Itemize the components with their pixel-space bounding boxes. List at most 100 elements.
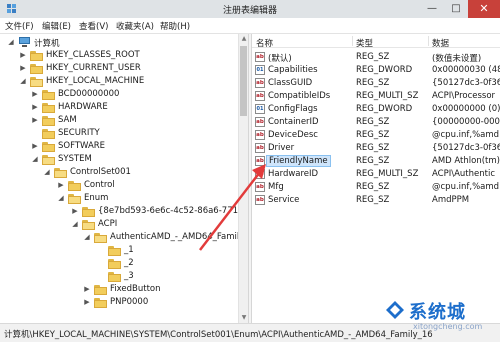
tree-node-hklm[interactable]: ◢ HKEY_LOCAL_MACHINE <box>18 75 228 88</box>
open-folder-icon <box>82 220 95 230</box>
value-row[interactable]: 01 ConfigFlags REG_DWORD 0x00000000 (0) <box>252 103 500 116</box>
value-row[interactable]: ab Driver REG_SZ {50127dc3-0f36- <box>252 142 500 155</box>
expand-icon[interactable] <box>96 245 106 255</box>
value-row[interactable]: ab Mfg REG_SZ @cpu.inf,%amd <box>252 181 500 194</box>
menu-favorites[interactable]: 收藏夹(A) <box>116 20 154 32</box>
value-type: REG_SZ <box>356 52 390 62</box>
value-row[interactable]: ab ContainerID REG_SZ {00000000-0000 <box>252 116 500 129</box>
tree-node-instance-3[interactable]: _3 <box>96 270 236 283</box>
value-row[interactable]: ab Service REG_SZ AmdPPM <box>252 194 500 207</box>
value-row-selected[interactable]: ab FriendlyName REG_SZ AMD Athlon(tm) <box>252 155 500 168</box>
menu-file[interactable]: 文件(F) <box>5 20 34 32</box>
tree-node-label: ControlSet001 <box>70 167 131 177</box>
tree-node-system[interactable]: ◢ SYSTEM <box>30 153 230 166</box>
value-data: AmdPPM <box>432 195 470 205</box>
tree-node-acpi[interactable]: ◢ ACPI <box>70 218 238 231</box>
status-path: 计算机\HKEY_LOCAL_MACHINE\SYSTEM\ControlSet… <box>4 330 433 340</box>
folder-icon <box>68 181 81 191</box>
expand-icon[interactable]: ▶ <box>18 50 28 60</box>
value-row[interactable]: ab HardwareID REG_MULTI_SZ ACPI\Authenti… <box>252 168 500 181</box>
tree-node-label: SYSTEM <box>58 154 92 164</box>
tree-node-enum[interactable]: ◢ Enum <box>56 192 236 205</box>
tree-node-fixedbutton[interactable]: ▶ FixedButton <box>82 283 238 296</box>
value-data: 0x00000030 (48 <box>432 65 500 75</box>
expand-icon[interactable] <box>96 258 106 268</box>
open-folder-icon <box>30 77 43 87</box>
value-row[interactable]: ab ClassGUID REG_SZ {50127dc3-0f36- <box>252 77 500 90</box>
collapse-icon[interactable]: ◢ <box>42 167 52 177</box>
tree-root-computer[interactable]: ◢ 计算机 <box>6 36 226 49</box>
tree-node-pnp0000[interactable]: ▶ PNP0000 <box>82 296 238 309</box>
tree-node-software[interactable]: ▶ SOFTWARE <box>30 140 230 153</box>
tree-node-guid-key[interactable]: ▶ {8e7bd593-6e6c-4c52-86a6-7717545 <box>70 205 238 218</box>
tree-node-hkcu[interactable]: ▶ HKEY_CURRENT_USER <box>18 62 228 75</box>
tree-node-bcd[interactable]: ▶ BCD00000000 <box>30 88 230 101</box>
collapse-icon[interactable]: ◢ <box>6 37 16 47</box>
collapse-icon[interactable]: ◢ <box>30 154 40 164</box>
menu-help[interactable]: 帮助(H) <box>160 20 190 32</box>
column-header-name[interactable]: 名称 <box>256 37 273 49</box>
value-type: REG_SZ <box>356 130 390 140</box>
collapse-icon[interactable]: ◢ <box>70 219 80 229</box>
expand-icon[interactable]: ▶ <box>56 180 66 190</box>
close-button[interactable]: ✕ <box>468 0 500 18</box>
scrollbar-thumb[interactable] <box>240 46 247 116</box>
tree-node-hardware[interactable]: ▶ HARDWARE <box>30 101 230 114</box>
value-type: REG_MULTI_SZ <box>356 91 419 101</box>
tree-node-control[interactable]: ▶ Control <box>56 179 236 192</box>
tree-node-label: Enum <box>84 193 109 203</box>
column-divider[interactable] <box>352 36 353 46</box>
collapse-icon[interactable]: ◢ <box>56 193 66 203</box>
expand-icon[interactable]: ▶ <box>70 206 80 216</box>
value-type: REG_SZ <box>356 117 390 127</box>
expand-icon[interactable]: ▶ <box>30 141 40 151</box>
tree-scrollbar[interactable]: ▲ ▼ <box>238 34 248 323</box>
collapse-icon[interactable]: ◢ <box>82 232 92 242</box>
expand-icon[interactable] <box>30 128 40 138</box>
expand-icon[interactable]: ▶ <box>30 102 40 112</box>
string-value-icon: ab <box>255 130 265 140</box>
collapse-icon[interactable]: ◢ <box>18 76 28 86</box>
string-value-icon: ab <box>255 78 265 88</box>
value-name[interactable]: FriendlyName <box>266 155 331 167</box>
tree-node-label: BCD00000000 <box>58 89 120 99</box>
value-name: ConfigFlags <box>268 104 318 114</box>
tree-node-hkcr[interactable]: ▶ HKEY_CLASSES_ROOT <box>18 49 228 62</box>
value-row[interactable]: ab CompatibleIDs REG_MULTI_SZ ACPI\Proce… <box>252 90 500 103</box>
tree-node-sam[interactable]: ▶ SAM <box>30 114 230 127</box>
expand-icon[interactable]: ▶ <box>82 284 92 294</box>
column-header-type[interactable]: 类型 <box>356 37 373 49</box>
column-header-data[interactable]: 数据 <box>432 37 449 49</box>
watermark-text: 系统城 <box>409 302 466 323</box>
folder-icon <box>30 51 43 61</box>
value-data: AMD Athlon(tm) <box>432 156 500 166</box>
registry-editor-window: 注册表编辑器 — □ ✕ 文件(F) 编辑(E) 查看(V) 收藏夹(A) 帮助… <box>0 0 500 342</box>
menu-edit[interactable]: 编辑(E) <box>42 20 71 32</box>
tree-node-security[interactable]: SECURITY <box>30 127 230 140</box>
expand-icon[interactable]: ▶ <box>30 89 40 99</box>
string-value-icon: ab <box>255 169 265 179</box>
tree-node-authenticamd[interactable]: ◢ AuthenticAMD_-_AMD64_Family_16 <box>82 231 238 244</box>
menu-view[interactable]: 查看(V) <box>79 20 108 32</box>
folder-icon <box>108 259 121 269</box>
expand-icon[interactable]: ▶ <box>18 63 28 73</box>
value-data: @cpu.inf,%amd <box>432 182 500 192</box>
tree-node-controlset001[interactable]: ◢ ControlSet001 <box>42 166 232 179</box>
value-row[interactable]: 01 Capabilities REG_DWORD 0x00000030 (48 <box>252 64 500 77</box>
tree-node-instance-1[interactable]: _1 <box>96 244 236 257</box>
folder-icon <box>42 90 55 100</box>
folder-icon <box>108 272 121 282</box>
expand-icon[interactable]: ▶ <box>30 115 40 125</box>
string-value-icon: ab <box>255 143 265 153</box>
maximize-button[interactable]: □ <box>444 0 468 18</box>
expand-icon[interactable]: ▶ <box>82 297 92 307</box>
column-divider[interactable] <box>428 36 429 46</box>
value-row[interactable]: ab DeviceDesc REG_SZ @cpu.inf,%amd <box>252 129 500 142</box>
value-row[interactable]: ab (默认) REG_SZ (数值未设置) <box>252 51 500 64</box>
folder-icon <box>42 142 55 152</box>
minimize-button[interactable]: — <box>420 0 444 18</box>
tree-node-instance-2[interactable]: _2 <box>96 257 236 270</box>
value-type: REG_SZ <box>356 182 390 192</box>
value-name: HardwareID <box>268 169 319 179</box>
expand-icon[interactable] <box>96 271 106 281</box>
